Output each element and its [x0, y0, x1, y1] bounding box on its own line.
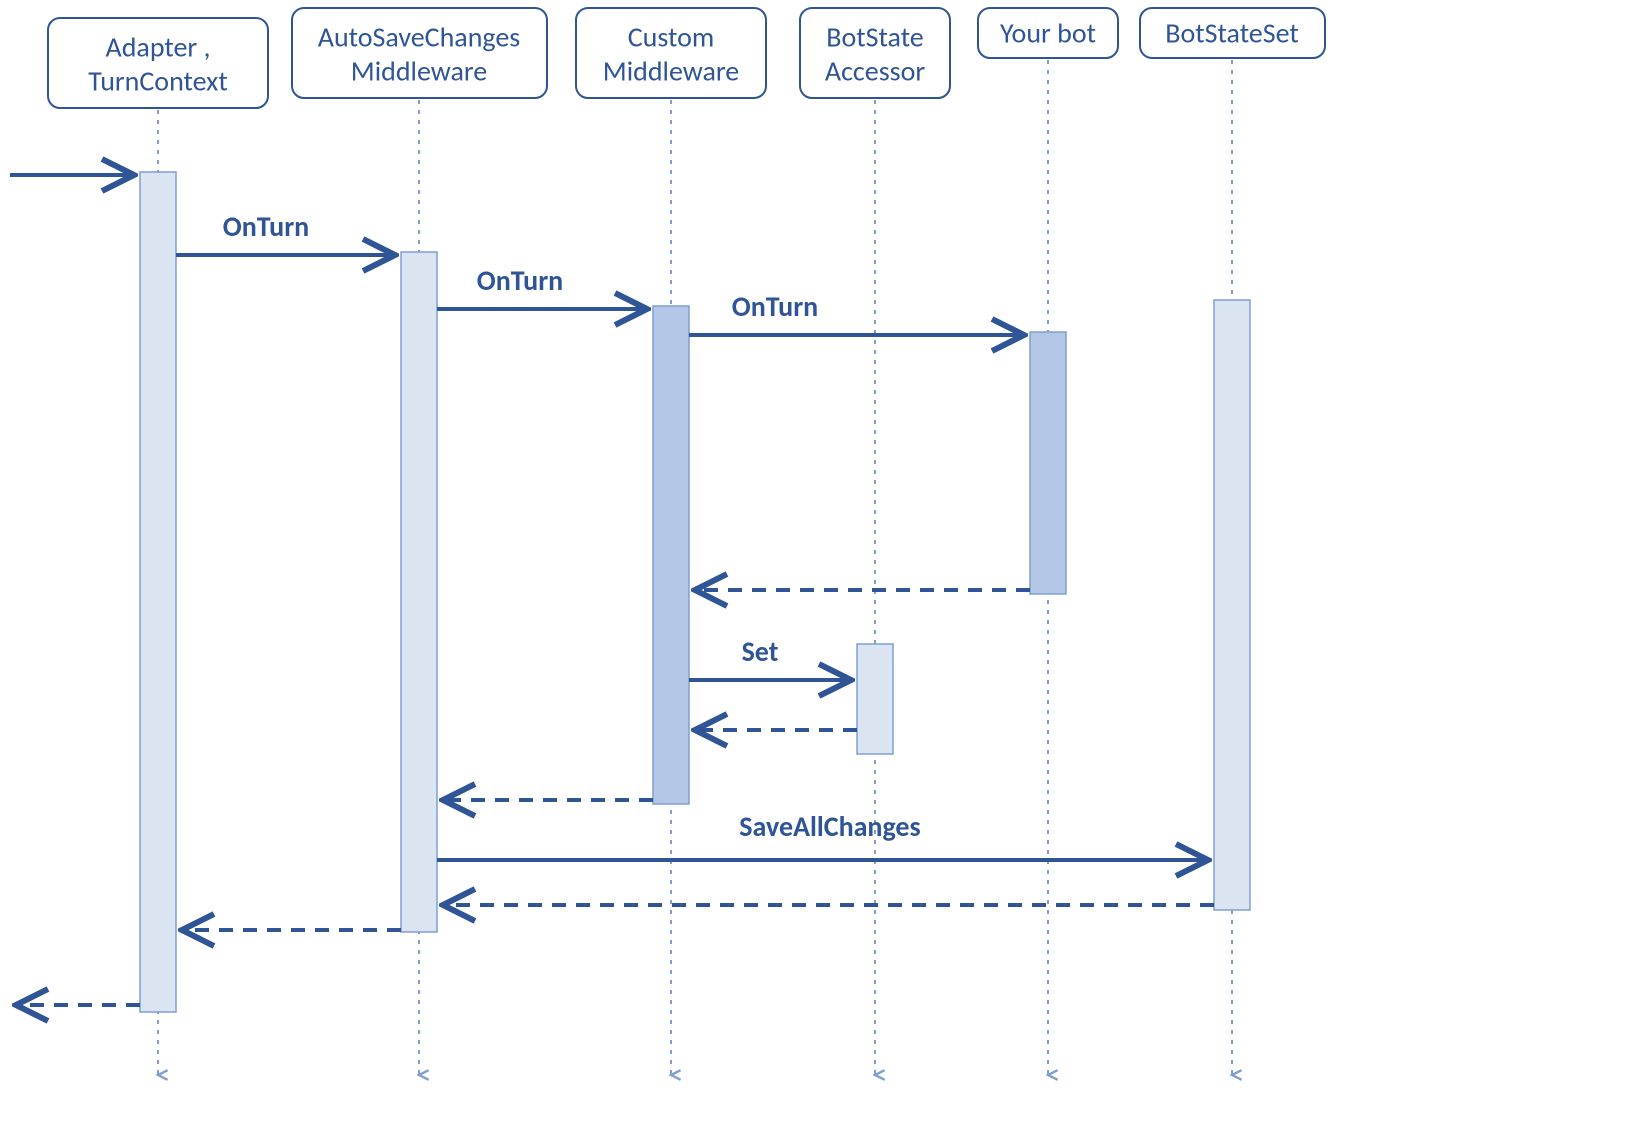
- msg-onturn2-label: OnTurn: [477, 263, 563, 298]
- participant-yourbot-label: Your bot: [1000, 16, 1096, 51]
- participant-botstateset: BotStateSet: [1140, 8, 1325, 58]
- participant-adapter: Adapter , TurnContext: [48, 18, 268, 108]
- participant-autosave-label2: Middleware: [351, 54, 487, 89]
- participant-accessor: BotState Accessor: [800, 8, 950, 98]
- msg-onturn3-label: OnTurn: [732, 289, 818, 324]
- participant-accessor-label1: BotState: [826, 20, 923, 55]
- participant-autosave: AutoSaveChanges Middleware: [292, 8, 547, 98]
- activation-autosave: [401, 252, 437, 932]
- msg-onturn1-label: OnTurn: [223, 209, 309, 244]
- participant-custom-label1: Custom: [628, 20, 715, 55]
- sequence-diagram: Adapter , TurnContext AutoSaveChanges Mi…: [0, 0, 1636, 1127]
- participant-adapter-label1: Adapter ,: [106, 30, 211, 65]
- msg-saveall-label: SaveAllChanges: [739, 809, 920, 844]
- participant-custom-label2: Middleware: [603, 54, 739, 89]
- activation-custom: [653, 306, 689, 804]
- activation-accessor: [857, 644, 893, 754]
- participant-autosave-label1: AutoSaveChanges: [318, 20, 521, 55]
- msg-set-label: Set: [742, 634, 779, 669]
- activation-botstateset: [1214, 300, 1250, 910]
- activation-adapter: [140, 172, 176, 1012]
- participant-adapter-label2: TurnContext: [88, 64, 227, 99]
- activation-yourbot: [1030, 332, 1066, 594]
- participant-accessor-label2: Accessor: [825, 54, 925, 89]
- participant-custom: Custom Middleware: [576, 8, 766, 98]
- participant-yourbot: Your bot: [978, 8, 1118, 58]
- participant-botstateset-label: BotStateSet: [1165, 16, 1298, 51]
